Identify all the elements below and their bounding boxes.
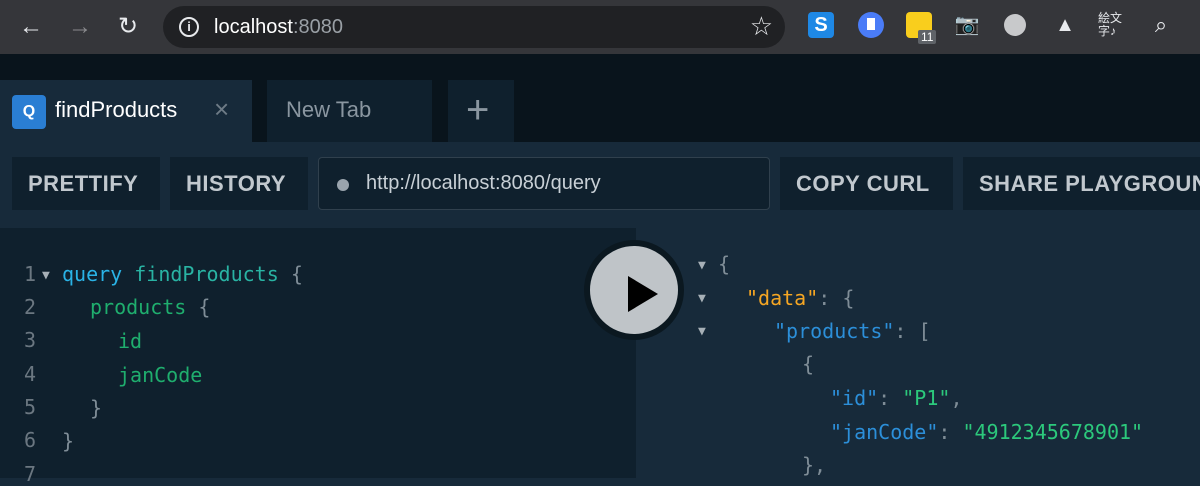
line-number: 6 xyxy=(24,428,37,452)
address-bar[interactable]: i localhost:8080 ☆ xyxy=(163,6,785,48)
s-extension-icon[interactable]: S xyxy=(808,12,834,38)
reload-icon[interactable]: ↻ xyxy=(114,13,142,41)
kanji-extension-icon[interactable]: 絵文字♪ xyxy=(1098,12,1128,38)
playground-toolbar: PRETTIFY HISTORY http://localhost:8080/q… xyxy=(0,142,1200,228)
tab-title: New Tab xyxy=(286,97,372,122)
copy-curl-button[interactable]: COPY CURL xyxy=(780,157,953,210)
browser-toolbar: ← → ↻ i localhost:8080 ☆ S 11 📷 ▲ 絵文字♪ ⌕ xyxy=(0,0,1200,54)
query-editor[interactable]: 1 2 3 4 5 6 7 ▼ query findProducts { pro… xyxy=(0,228,636,486)
search-extension-icon[interactable]: ⌕ xyxy=(1148,12,1174,38)
tab-findproducts[interactable]: Q findProducts × xyxy=(0,80,252,142)
execute-query-button[interactable] xyxy=(584,240,684,340)
prettify-button[interactable]: PRETTIFY xyxy=(12,157,160,210)
line-number: 1 xyxy=(24,262,37,286)
plus-icon: + xyxy=(466,88,490,132)
status-dot-icon xyxy=(337,179,349,191)
add-tab-button[interactable]: + xyxy=(448,80,514,142)
code-line: } xyxy=(90,396,103,420)
line-number: 2 xyxy=(24,295,37,319)
endpoint-url: http://localhost:8080/query xyxy=(366,172,601,194)
back-arrow-icon[interactable]: ← xyxy=(17,13,45,41)
close-icon[interactable]: × xyxy=(214,94,229,125)
address-url[interactable]: localhost:8080 xyxy=(214,16,343,39)
json-line: { xyxy=(802,352,815,376)
fold-arrow-icon[interactable]: ▼ xyxy=(698,324,706,339)
play-icon xyxy=(628,276,658,312)
code-line: janCode xyxy=(118,363,203,387)
yellow-extension-icon[interactable]: 11 xyxy=(906,12,937,44)
endpoint-input[interactable]: http://localhost:8080/query xyxy=(318,157,770,210)
fold-arrow-icon[interactable]: ▼ xyxy=(698,291,706,306)
tab-title: findProducts xyxy=(55,97,178,122)
json-line: "products": [ xyxy=(774,319,931,343)
line-number: 4 xyxy=(24,362,37,386)
code-line: } xyxy=(62,429,75,453)
code-line: query findProducts { xyxy=(62,262,303,286)
bookmark-extension-icon[interactable] xyxy=(858,12,884,38)
json-line: "data": { xyxy=(746,286,855,310)
circle-extension-icon[interactable] xyxy=(1004,14,1026,36)
code-line: id xyxy=(118,329,143,353)
line-number: 5 xyxy=(24,395,37,419)
json-line: }, xyxy=(802,453,827,477)
info-icon[interactable]: i xyxy=(179,17,199,37)
forward-arrow-icon[interactable]: → xyxy=(66,13,94,41)
code-line: products { xyxy=(90,295,211,319)
line-number: 7 xyxy=(24,462,37,486)
json-line: { xyxy=(718,252,731,276)
extension-badge: 11 xyxy=(918,30,937,44)
playground-tabs: Q findProducts × New Tab + xyxy=(0,54,1200,142)
share-playground-button[interactable]: SHARE PLAYGROUND xyxy=(963,157,1200,210)
fold-arrow-icon[interactable]: ▼ xyxy=(698,258,706,273)
history-button[interactable]: HISTORY xyxy=(170,157,308,210)
result-pane: ▼ ▼ ▼ { "data": { "products": [ { "id": … xyxy=(636,228,1200,478)
line-number: 3 xyxy=(24,328,37,352)
fold-arrow-icon[interactable]: ▼ xyxy=(42,268,50,283)
warning-extension-icon[interactable]: ▲ xyxy=(1052,12,1078,38)
json-line: "janCode": "4912345678901" xyxy=(830,420,1144,444)
tab-new-tab[interactable]: New Tab xyxy=(267,80,432,142)
json-line: "id": "P1", xyxy=(830,386,963,410)
camera-extension-icon[interactable]: 📷 xyxy=(954,12,980,38)
bookmark-star-icon[interactable]: ☆ xyxy=(750,11,773,42)
query-badge-icon: Q xyxy=(12,95,46,129)
